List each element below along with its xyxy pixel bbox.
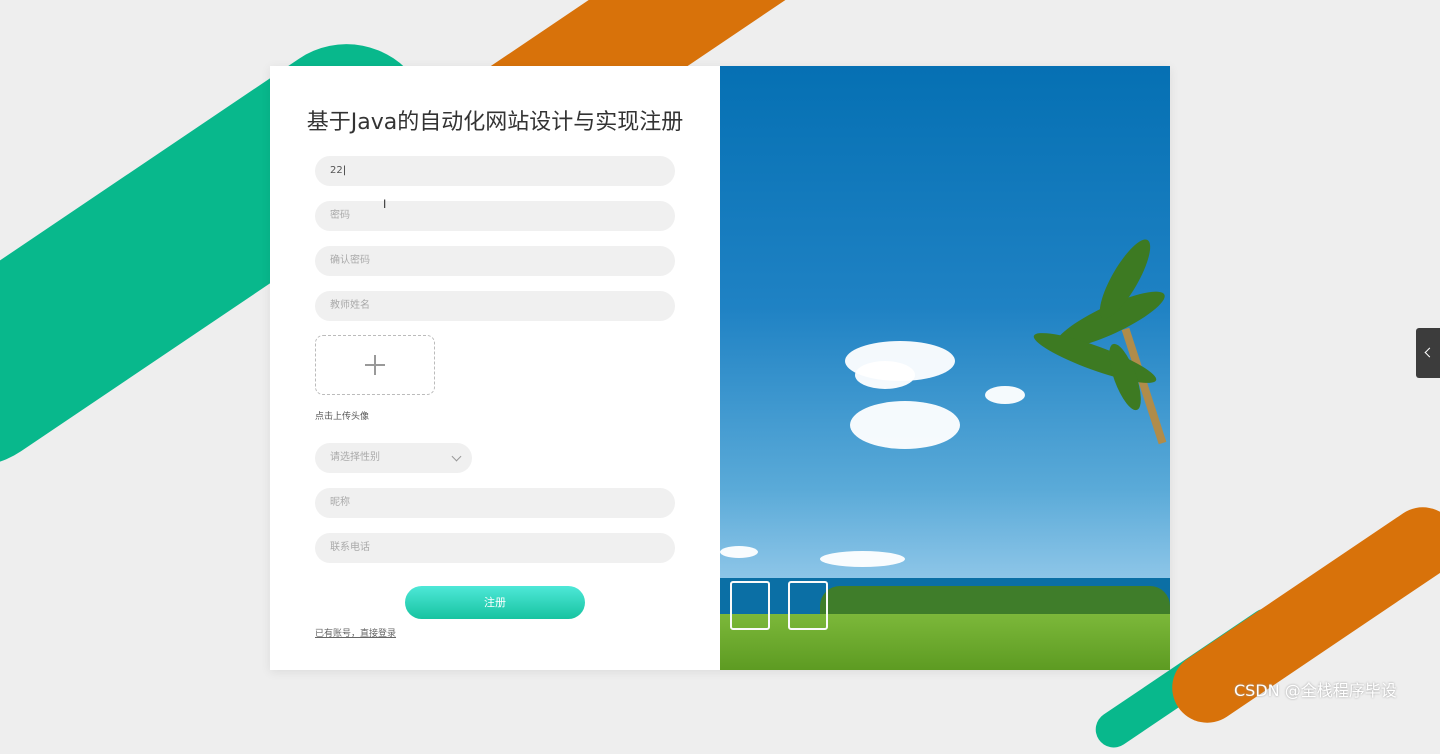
page-title: 基于Java的自动化网站设计与实现注册	[306, 110, 684, 135]
gender-placeholder: 请选择性别	[330, 452, 380, 463]
confirm-password-placeholder: 确认密码	[330, 255, 370, 266]
cloud	[985, 386, 1025, 404]
text-cursor-icon: I	[383, 197, 387, 211]
password-placeholder: 密码	[330, 210, 350, 221]
watermark: CSDN @全栈程序毕设	[1234, 681, 1397, 700]
confirm-password-input[interactable]: 确认密码	[315, 246, 675, 276]
hedge	[820, 586, 1170, 616]
cloud	[820, 551, 905, 567]
beach-photo	[720, 66, 1170, 670]
avatar-upload[interactable]	[315, 335, 435, 395]
cloud	[850, 401, 960, 449]
beach-chair	[730, 581, 770, 630]
nickname-input[interactable]: 昵称	[315, 488, 675, 518]
phone-placeholder: 联系电话	[330, 542, 370, 553]
teacher-name-placeholder: 教师姓名	[330, 300, 370, 311]
beach-chair	[788, 581, 828, 630]
cloud	[720, 546, 758, 558]
register-button[interactable]: 注册	[405, 586, 585, 619]
password-input[interactable]: 密码	[315, 201, 675, 231]
phone-input[interactable]: 联系电话	[315, 533, 675, 563]
upload-hint: 点击上传头像	[315, 412, 370, 422]
plus-icon	[365, 355, 385, 375]
side-panel-toggle[interactable]	[1416, 328, 1440, 378]
chevron-down-icon	[451, 451, 462, 462]
register-card: 基于Java的自动化网站设计与实现注册 22| 密码 确认密码 教师姓名 点击上…	[270, 66, 1170, 670]
username-value: 22	[330, 165, 343, 176]
gender-select[interactable]: 请选择性别	[315, 443, 472, 473]
register-form: 基于Java的自动化网站设计与实现注册 22| 密码 确认密码 教师姓名 点击上…	[270, 66, 720, 670]
teacher-name-input[interactable]: 教师姓名	[315, 291, 675, 321]
cloud	[855, 361, 915, 389]
nickname-placeholder: 昵称	[330, 497, 350, 508]
login-link[interactable]: 已有账号，直接登录	[315, 626, 396, 639]
chevron-left-icon	[1424, 347, 1435, 358]
username-input[interactable]: 22|	[315, 156, 675, 186]
